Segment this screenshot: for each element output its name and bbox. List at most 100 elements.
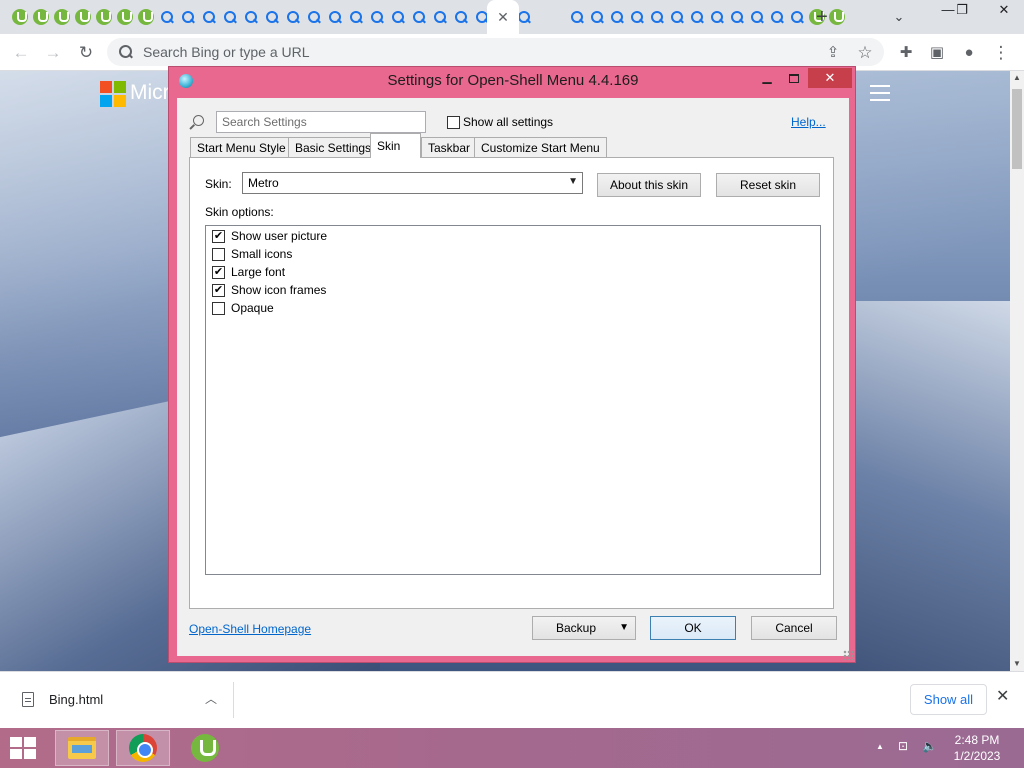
tab-start-menu-style[interactable]: Start Menu Style (190, 137, 293, 157)
taskbar-clock[interactable]: 2:48 PM 1/2/2023 (942, 732, 1012, 764)
tab-close-icon[interactable]: ✕ (497, 9, 509, 26)
address-bar[interactable] (107, 38, 884, 66)
browser-tab[interactable] (788, 7, 806, 27)
ok-button[interactable]: OK (650, 616, 736, 640)
reload-button[interactable]: ↻ (73, 40, 99, 66)
window-close-button[interactable]: ✕ (986, 0, 1022, 20)
browser-tab[interactable] (452, 7, 470, 27)
bookmark-star-icon[interactable]: ☆ (852, 40, 878, 66)
share-icon[interactable]: ⇪ (820, 40, 846, 66)
taskbar-utorrent[interactable] (178, 730, 232, 766)
utorrent-icon (117, 9, 133, 25)
browser-tab[interactable] (179, 7, 197, 27)
browser-tab[interactable] (200, 7, 218, 27)
browser-tab[interactable] (431, 7, 449, 27)
help-link[interactable]: Help... (791, 115, 826, 129)
back-button[interactable]: ← (8, 40, 34, 66)
dialog-maximize-button[interactable] (781, 70, 807, 88)
taskbar-chrome[interactable] (116, 730, 170, 766)
page-scrollbar[interactable]: ▲ ▼ (1010, 71, 1024, 671)
close-download-shelf-button[interactable]: ✕ (996, 686, 1009, 706)
browser-tab[interactable] (326, 7, 344, 27)
browser-tab[interactable] (53, 7, 71, 27)
dialog-minimize-button[interactable]: ▁ (754, 70, 780, 88)
open-shell-homepage-link[interactable]: Open-Shell Homepage (189, 622, 311, 636)
file-explorer-icon (68, 737, 96, 759)
skin-dropdown[interactable]: Metro ▼ (242, 172, 583, 194)
forward-button[interactable]: → (40, 40, 66, 66)
windows-start-icon[interactable] (10, 737, 38, 759)
browser-tab[interactable] (242, 7, 260, 27)
show-all-settings-label[interactable]: Show all settings (463, 115, 553, 129)
browser-tab[interactable] (410, 7, 428, 27)
browser-tab[interactable] (688, 7, 706, 27)
resize-grip[interactable] (843, 650, 853, 660)
option-label: Large font (231, 265, 286, 279)
new-tab-button[interactable]: + (810, 4, 834, 30)
taskbar-file-explorer[interactable] (55, 730, 109, 766)
tab-search-button[interactable]: ⌄ (888, 6, 910, 28)
microsoft-brand-text[interactable]: Micr (130, 81, 170, 105)
browser-tab[interactable] (568, 7, 586, 27)
tab-taskbar[interactable]: Taskbar (421, 137, 478, 157)
scroll-down-icon[interactable]: ▼ (1010, 657, 1024, 671)
browser-tab[interactable] (158, 7, 176, 27)
browser-tab[interactable] (116, 7, 134, 27)
cancel-button[interactable]: Cancel (751, 616, 837, 640)
browser-tab[interactable] (32, 7, 50, 27)
browser-tab[interactable] (628, 7, 646, 27)
tab-skin[interactable]: Skin (370, 133, 421, 158)
chevron-up-icon[interactable]: ︿ (205, 690, 217, 707)
tab-basic-settings[interactable]: Basic Settings (288, 137, 379, 157)
browser-tab[interactable] (368, 7, 386, 27)
download-file-name[interactable]: Bing.html (49, 692, 103, 707)
search-settings-input[interactable] (216, 111, 426, 133)
hamburger-menu-icon[interactable] (870, 85, 890, 101)
tray-overflow-chevron-icon[interactable]: ▲ (876, 742, 884, 751)
extensions-icon[interactable]: ✚ (893, 40, 919, 66)
browser-tab[interactable] (305, 7, 323, 27)
browser-tab[interactable] (648, 7, 666, 27)
reset-skin-button[interactable]: Reset skin (716, 173, 820, 197)
browser-tab[interactable] (588, 7, 606, 27)
download-item[interactable]: Bing.html ︿ (12, 682, 234, 718)
volume-icon[interactable]: 🔈 (922, 739, 937, 753)
window-restore-button[interactable]: ❐ (944, 0, 980, 20)
browser-tab[interactable] (284, 7, 302, 27)
option-checkbox[interactable] (212, 302, 225, 315)
backup-button[interactable]: Backup ▼ (532, 616, 636, 640)
browser-tab[interactable] (728, 7, 746, 27)
show-all-downloads-button[interactable]: Show all (910, 684, 987, 715)
scroll-thumb[interactable] (1012, 89, 1022, 169)
option-checkbox[interactable]: ✔ (212, 230, 225, 243)
browser-tab[interactable] (137, 7, 155, 27)
browser-tab[interactable] (708, 7, 726, 27)
show-all-settings-checkbox[interactable] (447, 116, 460, 129)
side-panel-icon[interactable]: ▣ (924, 40, 950, 66)
microsoft-logo-icon[interactable] (100, 81, 126, 107)
browser-tab[interactable] (221, 7, 239, 27)
option-checkbox[interactable]: ✔ (212, 266, 225, 279)
option-checkbox[interactable] (212, 248, 225, 261)
browser-menu-icon[interactable]: ⋮ (988, 40, 1014, 66)
about-skin-button[interactable]: About this skin (597, 173, 701, 197)
browser-tab[interactable] (95, 7, 113, 27)
browser-tab[interactable] (263, 7, 281, 27)
browser-tab[interactable] (11, 7, 29, 27)
dialog-close-button[interactable]: ✕ (808, 68, 852, 88)
browser-tab[interactable] (768, 7, 786, 27)
browser-tab[interactable] (389, 7, 407, 27)
browser-tab[interactable] (347, 7, 365, 27)
browser-tab[interactable] (748, 7, 766, 27)
skin-options-list[interactable]: ✔ Show user picture Small icons ✔ Large … (205, 225, 821, 575)
network-icon[interactable]: ⊡ (898, 739, 908, 753)
browser-tab[interactable] (668, 7, 686, 27)
active-tab[interactable]: ✕ (487, 0, 519, 34)
profile-avatar-icon[interactable]: ● (956, 40, 982, 66)
browser-tab[interactable] (608, 7, 626, 27)
browser-tab[interactable] (74, 7, 92, 27)
option-checkbox[interactable]: ✔ (212, 284, 225, 297)
scroll-up-icon[interactable]: ▲ (1010, 71, 1024, 85)
address-input[interactable] (141, 42, 791, 62)
tab-customize-start-menu[interactable]: Customize Start Menu (474, 137, 607, 157)
